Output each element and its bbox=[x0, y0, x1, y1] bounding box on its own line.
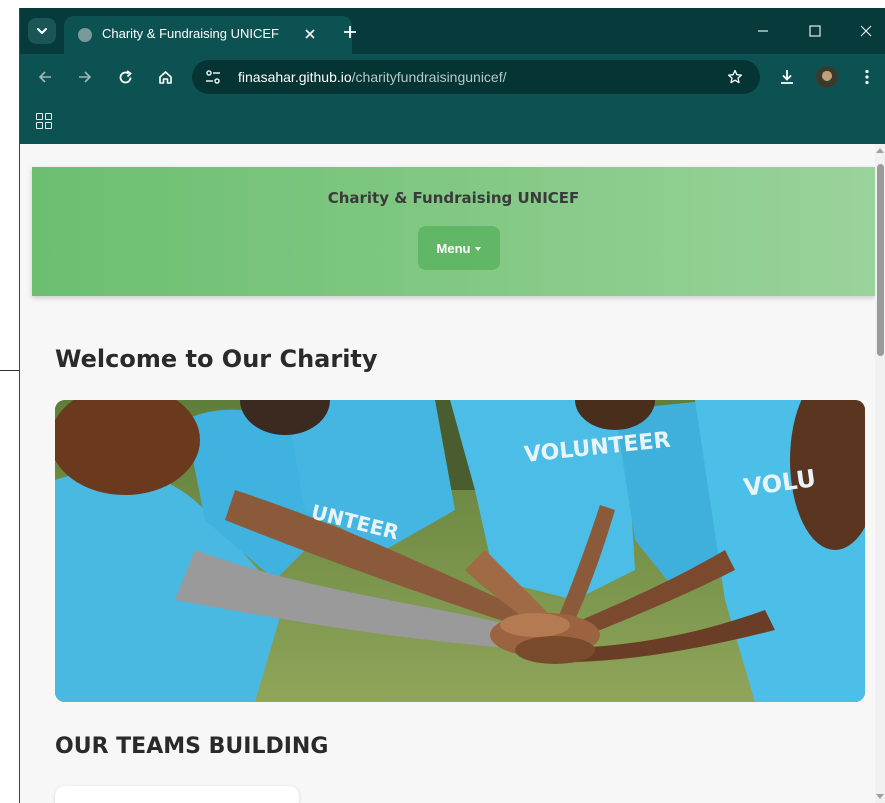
tab-title: Charity & Fundraising UNICEF bbox=[102, 26, 279, 41]
url-text: finasahar.github.io/charityfundraisingun… bbox=[238, 69, 507, 85]
browser-toolbar: finasahar.github.io/charityfundraisingun… bbox=[20, 54, 885, 100]
window-close-button[interactable] bbox=[851, 18, 881, 44]
window-left-tick bbox=[0, 370, 20, 371]
scroll-up-arrow[interactable] bbox=[876, 148, 884, 153]
forward-button[interactable] bbox=[72, 64, 98, 90]
address-bar[interactable]: finasahar.github.io/charityfundraisingun… bbox=[192, 60, 760, 94]
caret-down-icon bbox=[475, 246, 482, 251]
page-viewport: Charity & Fundraising UNICEF Menu Welcom… bbox=[20, 144, 885, 803]
download-icon bbox=[781, 70, 793, 84]
url-host: finasahar.github.io bbox=[238, 69, 352, 85]
back-button[interactable] bbox=[32, 64, 58, 90]
globe-icon bbox=[78, 28, 92, 42]
page-scrollbar[interactable] bbox=[875, 144, 885, 803]
bookmark-star-button[interactable] bbox=[724, 66, 746, 88]
forward-icon bbox=[79, 71, 92, 83]
window-close-icon bbox=[860, 25, 872, 37]
window-top-edge bbox=[20, 0, 885, 8]
plus-icon bbox=[344, 26, 356, 38]
downloads-button[interactable] bbox=[774, 64, 800, 90]
menu-button[interactable]: Menu bbox=[418, 226, 500, 270]
scroll-thumb[interactable] bbox=[877, 164, 884, 356]
tab-search-button[interactable] bbox=[28, 18, 56, 44]
hero-image: VOLUNTEER UNTEER VOLU bbox=[55, 400, 865, 702]
maximize-icon bbox=[809, 25, 821, 37]
profile-button[interactable] bbox=[814, 64, 840, 90]
tab-close-button[interactable] bbox=[298, 22, 322, 46]
browser-titlebar: Charity & Fundraising UNICEF bbox=[20, 8, 885, 54]
volunteers-hands-photo: VOLUNTEER UNTEER VOLU bbox=[55, 400, 865, 702]
minimize-button[interactable] bbox=[748, 18, 778, 44]
apps-icon[interactable] bbox=[36, 113, 52, 129]
team-card[interactable] bbox=[55, 786, 299, 803]
welcome-heading: Welcome to Our Charity bbox=[55, 345, 378, 373]
menu-label: Menu bbox=[436, 240, 471, 256]
window-left-edge bbox=[0, 0, 20, 803]
profile-icon bbox=[816, 66, 838, 88]
kebab-menu-icon bbox=[865, 69, 869, 85]
close-icon bbox=[305, 29, 315, 39]
url-path: /charityfundraisingunicef/ bbox=[351, 69, 507, 85]
active-tab[interactable]: Charity & Fundraising UNICEF bbox=[64, 16, 352, 54]
reload-button[interactable] bbox=[112, 64, 138, 90]
reload-icon bbox=[119, 69, 132, 83]
star-icon bbox=[727, 69, 743, 84]
tab-search-icon bbox=[37, 28, 47, 34]
minimize-icon bbox=[758, 30, 768, 32]
site-header: Charity & Fundraising UNICEF Menu bbox=[32, 167, 875, 296]
new-tab-button[interactable] bbox=[338, 20, 362, 44]
bookmarks-bar bbox=[20, 100, 885, 144]
site-title: Charity & Fundraising UNICEF bbox=[327, 189, 580, 207]
scroll-down-arrow[interactable] bbox=[876, 794, 884, 799]
site-settings-icon bbox=[206, 70, 220, 84]
home-icon bbox=[158, 70, 172, 84]
teams-heading: OUR TEAMS BUILDING bbox=[55, 734, 329, 759]
maximize-button[interactable] bbox=[800, 18, 830, 44]
home-button[interactable] bbox=[152, 64, 178, 90]
browser-menu-button[interactable] bbox=[854, 64, 880, 90]
back-icon bbox=[38, 71, 51, 83]
